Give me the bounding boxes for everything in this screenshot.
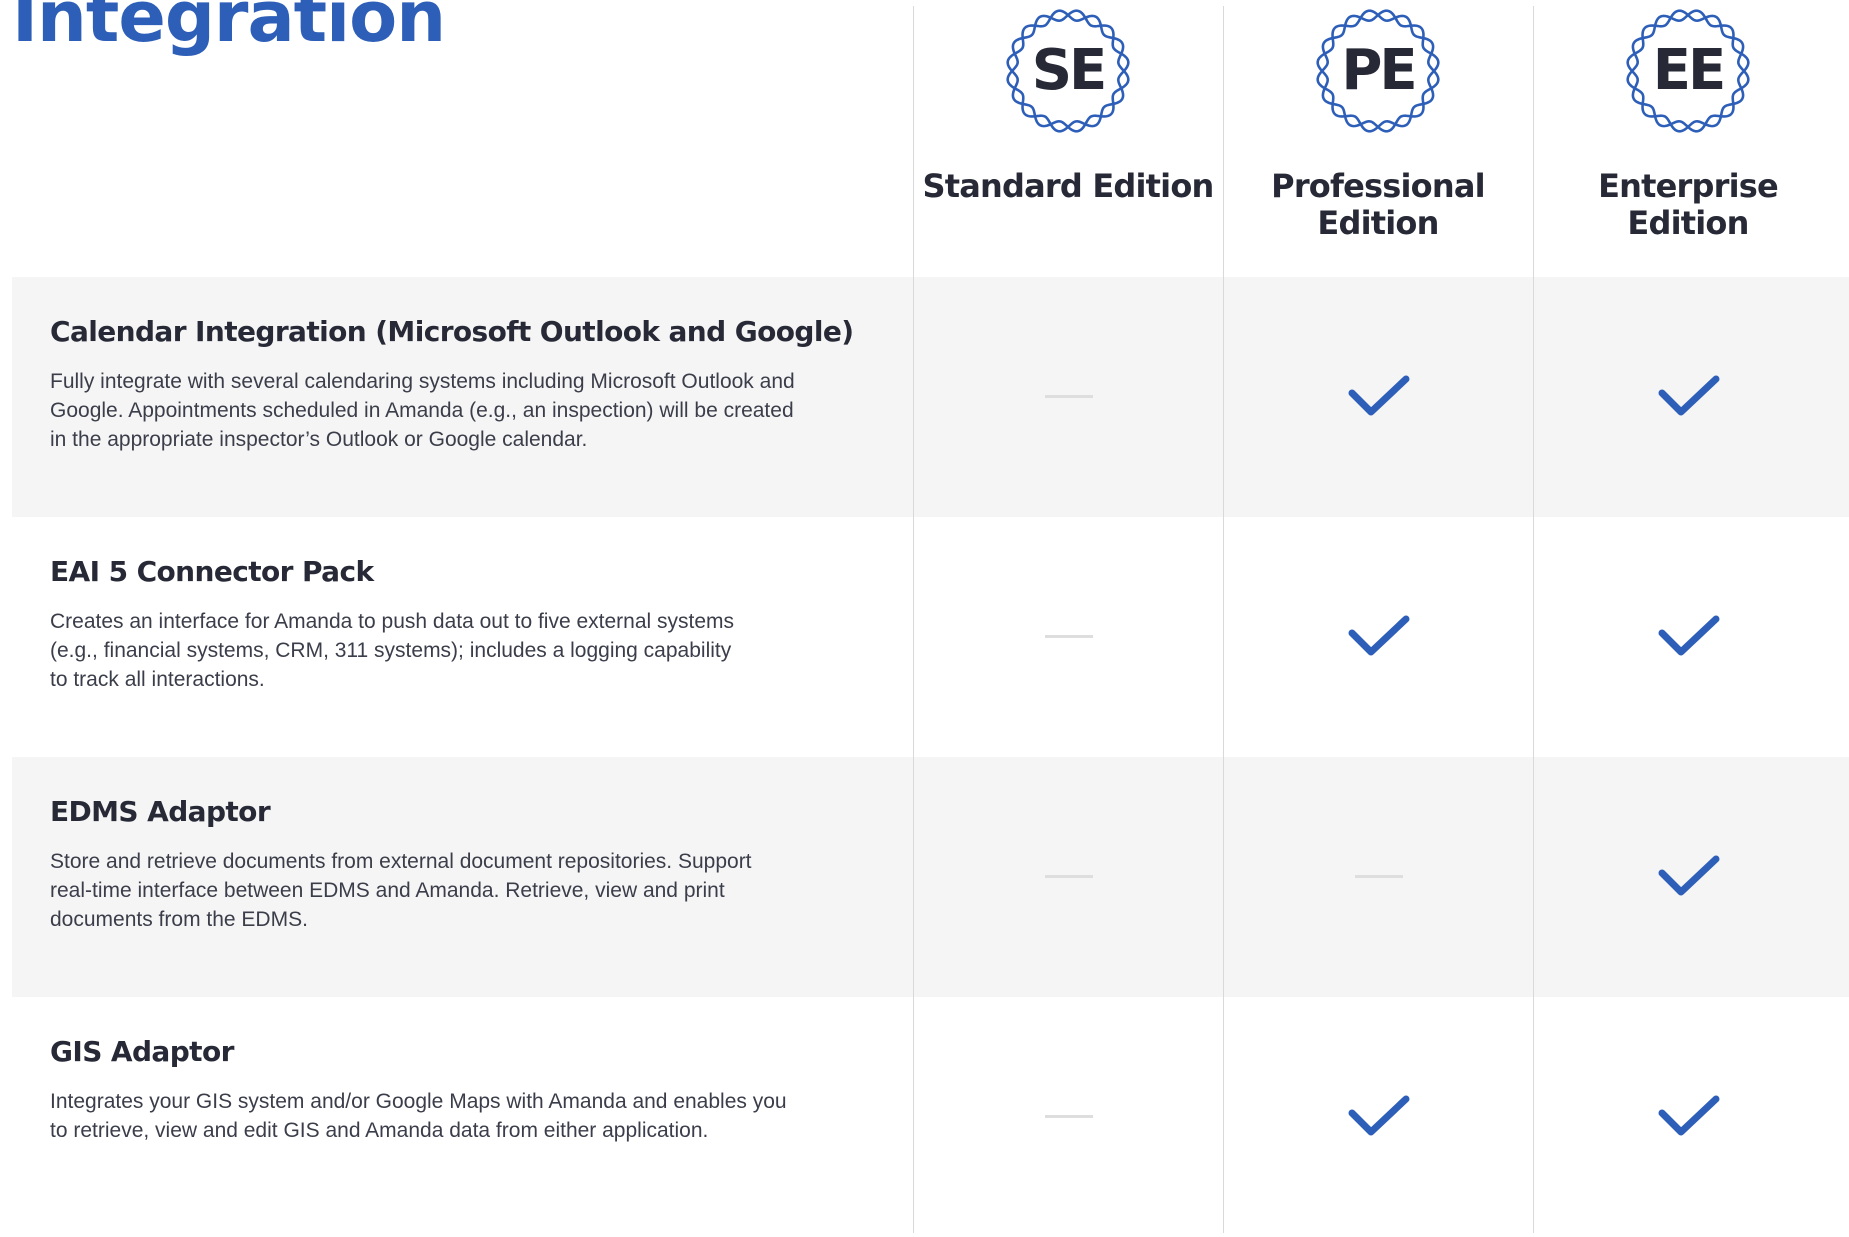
check-icon bbox=[1658, 615, 1720, 656]
availability-cell bbox=[1533, 517, 1843, 757]
edition-header-professional: PE Professional Edition bbox=[1223, 0, 1533, 270]
edition-code: SE bbox=[1031, 38, 1108, 103]
page-title: Integration bbox=[12, 0, 446, 58]
feature-description: Store and retrieve documents from extern… bbox=[50, 850, 752, 931]
dash-icon bbox=[1045, 875, 1093, 878]
edition-header-standard: SE Standard Edition bbox=[913, 0, 1223, 270]
wavy-seal-icon: SE bbox=[1003, 6, 1133, 136]
edition-name: Standard Edition bbox=[922, 167, 1214, 205]
edition-code: EE bbox=[1652, 38, 1727, 103]
dash-icon bbox=[1355, 875, 1403, 878]
feature-description: Fully integrate with several calendaring… bbox=[50, 370, 795, 451]
edition-name: Professional Edition bbox=[1271, 167, 1485, 242]
check-icon bbox=[1348, 1095, 1410, 1136]
feature-row-edms-adaptor: EDMS Adaptor Store and retrieve document… bbox=[0, 757, 1849, 997]
availability-cell bbox=[1223, 997, 1533, 1237]
dash-icon bbox=[1045, 1115, 1093, 1118]
availability-cell bbox=[1533, 997, 1843, 1237]
feature-row-calendar-integration: Calendar Integration (Microsoft Outlook … bbox=[0, 277, 1849, 517]
feature-title: GIS Adaptor bbox=[50, 1035, 234, 1068]
feature-title: EAI 5 Connector Pack bbox=[50, 555, 374, 588]
availability-cell bbox=[1533, 277, 1843, 517]
feature-title: Calendar Integration (Microsoft Outlook … bbox=[50, 315, 854, 348]
wavy-seal-icon: EE bbox=[1623, 6, 1753, 136]
availability-cell bbox=[913, 757, 1223, 997]
wavy-seal-icon: PE bbox=[1313, 6, 1443, 136]
edition-header-enterprise: EE Enterprise Edition bbox=[1533, 0, 1843, 270]
check-icon bbox=[1658, 375, 1720, 416]
availability-cell bbox=[1223, 757, 1533, 997]
check-icon bbox=[1348, 375, 1410, 416]
feature-row-eai-connector-pack: EAI 5 Connector Pack Creates an interfac… bbox=[0, 517, 1849, 757]
availability-cell bbox=[1223, 277, 1533, 517]
edition-code: PE bbox=[1341, 38, 1417, 103]
dash-icon bbox=[1045, 635, 1093, 638]
feature-description: Creates an interface for Amanda to push … bbox=[50, 610, 735, 691]
feature-title: EDMS Adaptor bbox=[50, 795, 271, 828]
availability-cell bbox=[913, 997, 1223, 1237]
dash-icon bbox=[1045, 395, 1093, 398]
check-icon bbox=[1658, 855, 1720, 896]
edition-name: Enterprise Edition bbox=[1598, 167, 1779, 242]
check-icon bbox=[1658, 1095, 1720, 1136]
feature-description: Integrates your GIS system and/or Google… bbox=[50, 1090, 787, 1142]
availability-cell bbox=[913, 277, 1223, 517]
availability-cell bbox=[913, 517, 1223, 757]
feature-row-gis-adaptor: GIS Adaptor Integrates your GIS system a… bbox=[0, 997, 1849, 1237]
availability-cell bbox=[1223, 517, 1533, 757]
availability-cell bbox=[1533, 757, 1843, 997]
check-icon bbox=[1348, 615, 1410, 656]
